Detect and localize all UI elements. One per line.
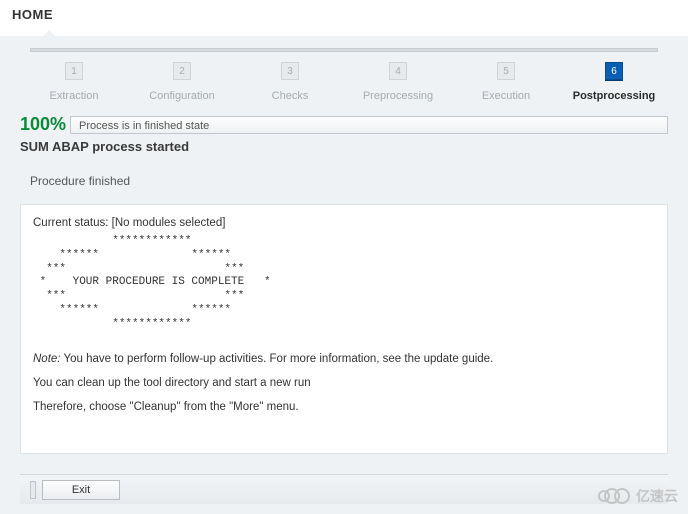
status-prefix: Current status:	[33, 217, 112, 229]
footer-toolbar: Exit	[20, 474, 668, 504]
step-postprocessing[interactable]: 6 Postprocessing	[560, 58, 668, 104]
note-cleanup-1: You can clean up the tool directory and …	[33, 377, 655, 389]
step-preprocessing[interactable]: 4 Preprocessing	[344, 58, 452, 104]
page-title: SUM ABAP process started	[0, 135, 688, 160]
step-number: 5	[497, 62, 515, 80]
step-extraction[interactable]: 1 Extraction	[20, 58, 128, 104]
procedure-heading: Procedure finished	[0, 160, 688, 196]
exit-button[interactable]: Exit	[42, 480, 120, 500]
step-checks[interactable]: 3 Checks	[236, 58, 344, 104]
note-text: You have to perform follow-up activities…	[61, 353, 494, 365]
stepper-track	[30, 48, 658, 52]
note-cleanup-2: Therefore, choose "Cleanup" from the "Mo…	[33, 401, 655, 413]
step-number: 4	[389, 62, 407, 80]
progress-message: Process is in finished state	[70, 116, 668, 134]
step-label: Checks	[272, 90, 309, 102]
breadcrumb-home[interactable]: HOME	[12, 7, 53, 22]
note-label: Note:	[33, 353, 61, 365]
step-number: 6	[605, 62, 623, 80]
step-number: 1	[65, 62, 83, 80]
progress-percent: 100%	[20, 114, 66, 135]
step-label: Execution	[482, 90, 530, 102]
step-label: Configuration	[149, 90, 214, 102]
step-label: Preprocessing	[363, 90, 433, 102]
step-execution[interactable]: 5 Execution	[452, 58, 560, 104]
status-value: [No modules selected]	[112, 217, 226, 229]
step-configuration[interactable]: 2 Configuration	[128, 58, 236, 104]
note-followup: Note: You have to perform follow-up acti…	[33, 353, 655, 365]
current-status: Current status: [No modules selected]	[33, 217, 655, 229]
step-number: 3	[281, 62, 299, 80]
footer-handle-icon	[30, 481, 36, 499]
status-panel: Current status: [No modules selected] **…	[20, 204, 668, 454]
wizard-stepper: 1 Extraction 2 Configuration 3 Checks 4 …	[0, 36, 688, 114]
ascii-art: ************ ****** ****** *** *** * YOU…	[33, 235, 655, 331]
step-label: Postprocessing	[573, 90, 656, 102]
step-number: 2	[173, 62, 191, 80]
step-label: Extraction	[50, 90, 99, 102]
